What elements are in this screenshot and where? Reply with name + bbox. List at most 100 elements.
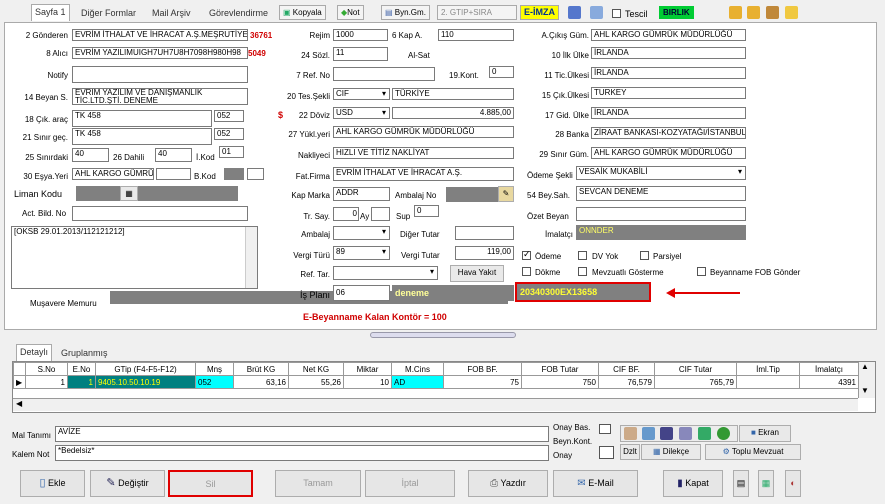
cell-brut-kg[interactable]: 63,16 bbox=[233, 375, 289, 389]
imalatci-field[interactable]: ONNDER bbox=[576, 225, 746, 240]
degistir-button[interactable]: ✎ Değiştir bbox=[90, 470, 165, 497]
sozl-field[interactable]: 11 bbox=[333, 47, 388, 61]
image-icon[interactable] bbox=[679, 427, 692, 440]
report-icon[interactable]: ▤ bbox=[733, 470, 749, 497]
col-cif-bf[interactable]: CIF BF. bbox=[598, 362, 655, 376]
rejim-field[interactable]: 1000 bbox=[333, 29, 388, 41]
dahili-field[interactable]: 40 bbox=[155, 148, 192, 162]
upload-icon[interactable] bbox=[729, 6, 742, 19]
gonderen-field[interactable]: EVRİM İTHALAT VE İHRACAT A.Ş.MEŞRUTİYET bbox=[72, 29, 248, 41]
tab-gruplanmis[interactable]: Gruplanmış bbox=[58, 346, 111, 360]
scroll-down-icon[interactable]: ▼ bbox=[861, 386, 869, 395]
onay-bas-checkbox[interactable] bbox=[599, 424, 611, 434]
fat-firma-field[interactable]: EVRİM İTHALAT VE İHRACAT A.Ş. bbox=[333, 167, 514, 181]
cik-ulke-field[interactable]: TURKEY bbox=[591, 87, 746, 99]
alici-field[interactable]: EVRİM YAZILIMUIGH7UH7U8H7098H980H98 bbox=[72, 47, 248, 59]
byn-gm-button[interactable]: ▤ Byn.Gm. bbox=[381, 5, 430, 20]
kap-marka-field[interactable]: ADDR bbox=[333, 187, 390, 201]
cell-fob-bf[interactable]: 75 bbox=[443, 375, 522, 389]
cell-eno[interactable]: 1 bbox=[67, 375, 96, 389]
cik-arac-code[interactable]: 052 bbox=[214, 110, 244, 122]
doviz-select[interactable]: USD bbox=[333, 107, 390, 119]
tab-mail-arsiv[interactable]: Mail Arşiv bbox=[149, 6, 194, 20]
cell-cif-bf[interactable]: 76,579 bbox=[598, 375, 655, 389]
bkod-extra[interactable] bbox=[247, 168, 264, 180]
ikod-field[interactable]: 01 bbox=[219, 146, 244, 158]
parsiyel-checkbox[interactable] bbox=[640, 251, 649, 260]
open-folder-icon[interactable] bbox=[785, 6, 798, 19]
esya-yeri-code[interactable] bbox=[156, 168, 191, 180]
spreadsheet-icon[interactable]: ▦ bbox=[758, 470, 774, 497]
iptal-button[interactable]: İptal bbox=[365, 470, 455, 497]
act-bild-field[interactable] bbox=[72, 206, 248, 221]
tab-sayfa1[interactable]: Sayfa 1 bbox=[31, 4, 70, 21]
col-fob-bf[interactable]: FOB BF. bbox=[443, 362, 522, 376]
book-icon[interactable] bbox=[660, 427, 673, 440]
scroll-left-icon[interactable]: ◀ bbox=[16, 399, 22, 408]
yukl-field[interactable]: AHL KARGO GÜMRÜK MÜDÜRLÜĞÜ bbox=[333, 126, 514, 138]
cik-arac-field[interactable]: TK 458 bbox=[72, 110, 212, 127]
tab-gorevlendirme[interactable]: Görevlendirme bbox=[206, 6, 276, 20]
sil-button[interactable]: Sil bbox=[168, 470, 253, 497]
ekran-button[interactable]: ■ Ekran bbox=[739, 425, 791, 442]
beyan-field[interactable]: EVRİM YAZILIM VE DANIŞMANLIK TİC.LTD.ŞTİ… bbox=[72, 88, 248, 105]
hava-yakit-button[interactable]: Hava Yakıt bbox=[450, 265, 504, 282]
gtip-sira-button[interactable]: 2. GTIP+SIRA bbox=[437, 5, 517, 20]
yazdir-button[interactable]: ⎙ Yazdır bbox=[468, 470, 548, 497]
ref-field[interactable] bbox=[333, 67, 435, 81]
gid-ulke-field[interactable]: İRLANDA bbox=[591, 107, 746, 119]
tr-say-field[interactable]: 0 bbox=[333, 207, 359, 221]
cell-fob-tutar[interactable]: 750 bbox=[521, 375, 599, 389]
ref-code-field[interactable]: 20340300EX13658 bbox=[515, 282, 651, 302]
col-iml-tip[interactable]: İml.Tip bbox=[736, 362, 800, 376]
col-sno[interactable]: S.No bbox=[25, 362, 68, 376]
sinir-gec-field[interactable]: TK 458 bbox=[72, 128, 212, 145]
table-row[interactable]: ▶ 1 1 9405.10.50.10.19 052 63,16 55,26 1… bbox=[13, 375, 859, 389]
tes-sekli-select[interactable]: CIF bbox=[333, 88, 390, 100]
cikis-gum-field[interactable]: AHL KARGO GÜMRÜK MÜDÜRLÜĞÜ bbox=[591, 29, 746, 41]
ambalaj-select[interactable] bbox=[333, 226, 390, 240]
e-imza-button[interactable]: E-İMZA bbox=[520, 5, 559, 20]
col-fob-tutar[interactable]: FOB Tutar bbox=[521, 362, 599, 376]
tab-diger-formlar[interactable]: Diğer Formlar bbox=[78, 6, 139, 20]
users-icon[interactable] bbox=[624, 427, 637, 440]
tes-ulke-field[interactable]: TÜRKİYE bbox=[392, 88, 514, 100]
cell-miktar[interactable]: 10 bbox=[343, 375, 392, 389]
dokme-checkbox[interactable] bbox=[522, 267, 531, 276]
sinirdaki-field[interactable]: 40 bbox=[72, 148, 109, 162]
is-plani-text-field[interactable]: deneme bbox=[392, 285, 514, 301]
kap-a-field[interactable]: 110 bbox=[438, 29, 514, 41]
grid-vertical-scrollbar[interactable]: ▲ ▼ bbox=[858, 362, 875, 398]
col-eno[interactable]: E.No bbox=[67, 362, 96, 376]
tools-icon[interactable] bbox=[766, 6, 779, 19]
memo-area[interactable]: [OKSB 29.01.2013/112121212] bbox=[11, 226, 258, 289]
mal-tanimi-field[interactable]: AVİZE bbox=[55, 426, 549, 442]
beyan-sah-field[interactable]: SEVCAN DENEME bbox=[576, 186, 746, 201]
ilk-ulke-field[interactable]: İRLANDA bbox=[591, 47, 746, 59]
mevzuat-checkbox[interactable] bbox=[578, 267, 587, 276]
cell-mns[interactable]: 052 bbox=[195, 375, 234, 389]
cell-cif-tutar[interactable]: 765,79 bbox=[654, 375, 737, 389]
grid-horizontal-scrollbar[interactable]: ◀ bbox=[13, 398, 858, 411]
tescil-checkbox[interactable] bbox=[612, 9, 621, 18]
scroll-up-icon[interactable]: ▲ bbox=[861, 362, 869, 371]
tab-detayli[interactable]: Detaylı bbox=[16, 344, 53, 361]
go-icon[interactable] bbox=[717, 427, 730, 440]
cell-gtip[interactable]: 9405.10.50.10.19 bbox=[95, 375, 196, 389]
esya-yeri-field[interactable]: AHL KARGO GÜMRÜ bbox=[72, 168, 154, 180]
doviz-tutar-field[interactable]: 4.885,00 bbox=[392, 107, 514, 119]
cell-net-kg[interactable]: 55,26 bbox=[288, 375, 344, 389]
ambalaj-edit-button[interactable]: ✎ bbox=[498, 186, 514, 202]
save-icon[interactable] bbox=[642, 427, 655, 440]
ambalaj-no-field[interactable] bbox=[446, 187, 498, 202]
ref-tar-select[interactable] bbox=[333, 266, 438, 280]
col-cif-tutar[interactable]: CIF Tutar bbox=[654, 362, 737, 376]
col-net-kg[interactable]: Net KG bbox=[288, 362, 344, 376]
liman-field[interactable] bbox=[76, 186, 120, 201]
col-mcins[interactable]: M.Cins bbox=[391, 362, 444, 376]
dzlt-button[interactable]: Dzlt bbox=[620, 444, 640, 460]
cell-sno[interactable]: 1 bbox=[25, 375, 68, 389]
cell-imalatci[interactable]: 4391 bbox=[799, 375, 859, 389]
memo-scrollbar[interactable] bbox=[245, 227, 257, 288]
splitter-handle[interactable] bbox=[370, 332, 516, 338]
